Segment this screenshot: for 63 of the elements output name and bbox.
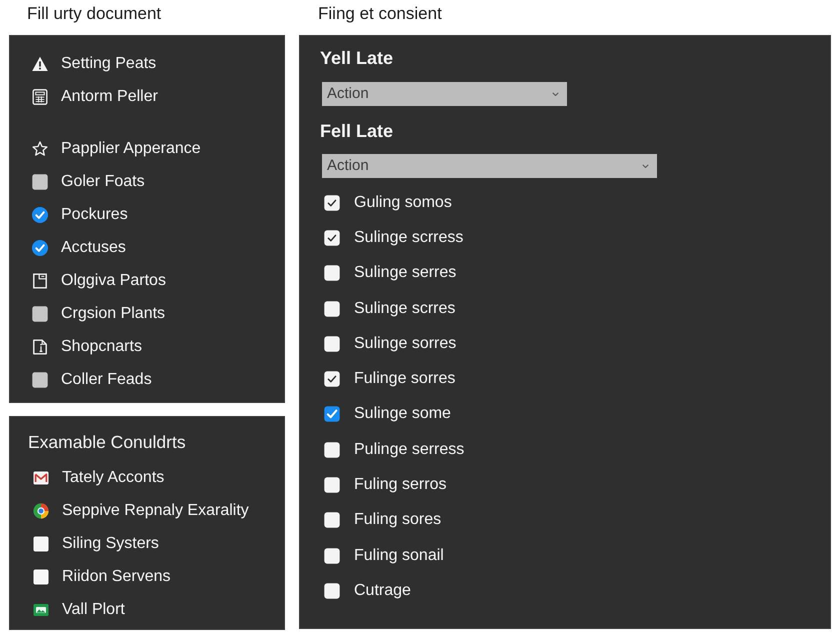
chevron-icon xyxy=(552,92,559,96)
sidebar-item[interactable]: Goler Foats xyxy=(32,165,145,198)
checkbox[interactable] xyxy=(324,582,340,599)
field-label: Fell Late xyxy=(320,120,394,143)
checkbox[interactable] xyxy=(324,300,340,317)
checkbox-option[interactable]: Sulinge scrress xyxy=(324,220,464,256)
checkbox-icon[interactable] xyxy=(32,306,48,322)
checkbox[interactable] xyxy=(324,336,340,352)
checkbox[interactable] xyxy=(324,477,340,494)
sidebar-item[interactable]: Antorm Peller xyxy=(32,80,158,113)
checkbox-option[interactable]: Sulinge sorres xyxy=(324,326,456,362)
chevron-icon xyxy=(642,164,649,168)
checkbox-option[interactable]: Fuling sonail xyxy=(324,538,444,574)
circle-logo-icon xyxy=(33,502,49,518)
checkbox-option[interactable]: Fuling sores xyxy=(324,502,442,538)
checkbox[interactable] xyxy=(324,230,340,246)
section-title: Fill urty document xyxy=(27,3,162,25)
checkbox-option[interactable]: Cutrage xyxy=(324,573,411,609)
sidebar-item[interactable]: Coller Feads xyxy=(32,363,152,396)
sidebar-item[interactable]: Shopcnarts xyxy=(32,330,142,363)
checkbox-option[interactable]: Sulinge scrres xyxy=(324,290,456,326)
checkbox-icon[interactable] xyxy=(32,174,48,190)
checkbox-icon[interactable] xyxy=(32,372,48,388)
account-item[interactable]: Tately Acconts xyxy=(33,461,164,494)
blank-tile-icon xyxy=(33,568,49,584)
checkmark-circle-icon[interactable] xyxy=(32,206,48,222)
document-icon xyxy=(32,272,48,288)
account-item[interactable]: Seppive Repnaly Exarality xyxy=(33,494,249,527)
checkbox-option[interactable]: Sulinge serres xyxy=(324,256,456,291)
sidebar-item[interactable]: Pockures xyxy=(32,198,128,231)
checkbox-option[interactable]: Fulinge sorres xyxy=(324,361,456,397)
checkmark-circle-icon[interactable] xyxy=(32,240,48,256)
checkbox-option[interactable]: Fuling serros xyxy=(324,467,446,503)
action-dropdown[interactable]: Action xyxy=(322,154,657,178)
sidebar-item[interactable]: Setting Peats xyxy=(32,47,156,80)
checkbox[interactable] xyxy=(324,406,340,422)
sidebar-item[interactable]: Crgsion Plants xyxy=(32,297,166,330)
mail-icon xyxy=(33,470,49,486)
account-item[interactable]: Siling Systers xyxy=(33,527,159,560)
sidebar-item[interactable]: Olggiva Partos xyxy=(32,264,166,297)
account-item[interactable]: Vall Plort xyxy=(33,593,125,626)
calculator-icon xyxy=(32,88,48,104)
checkbox[interactable] xyxy=(324,548,340,564)
checkbox[interactable] xyxy=(324,371,340,388)
checkbox[interactable] xyxy=(324,194,340,211)
picture-icon xyxy=(33,602,49,618)
section-title: Fiing et consient xyxy=(318,3,442,25)
account-item[interactable]: Riidon Servens xyxy=(33,560,170,593)
checkbox-option[interactable]: Sulinge some xyxy=(324,396,451,432)
checkbox[interactable] xyxy=(324,265,340,282)
checkbox-option[interactable]: Guling somos xyxy=(324,185,452,220)
blank-tile-icon xyxy=(33,536,49,552)
document-icon xyxy=(32,338,48,354)
checkbox[interactable] xyxy=(324,512,340,528)
checkbox-option[interactable]: Pulinge serress xyxy=(324,432,464,468)
sidebar-item[interactable]: Papplier Apperance xyxy=(32,132,201,165)
star-icon xyxy=(32,140,48,156)
warning-icon xyxy=(32,56,48,72)
panel-title: Examable Conuldrts xyxy=(28,431,186,454)
checkbox[interactable] xyxy=(324,442,340,458)
sidebar-item[interactable]: Acctuses xyxy=(32,231,126,264)
field-label: Yell Late xyxy=(320,47,394,70)
action-dropdown[interactable]: Action xyxy=(322,82,567,106)
